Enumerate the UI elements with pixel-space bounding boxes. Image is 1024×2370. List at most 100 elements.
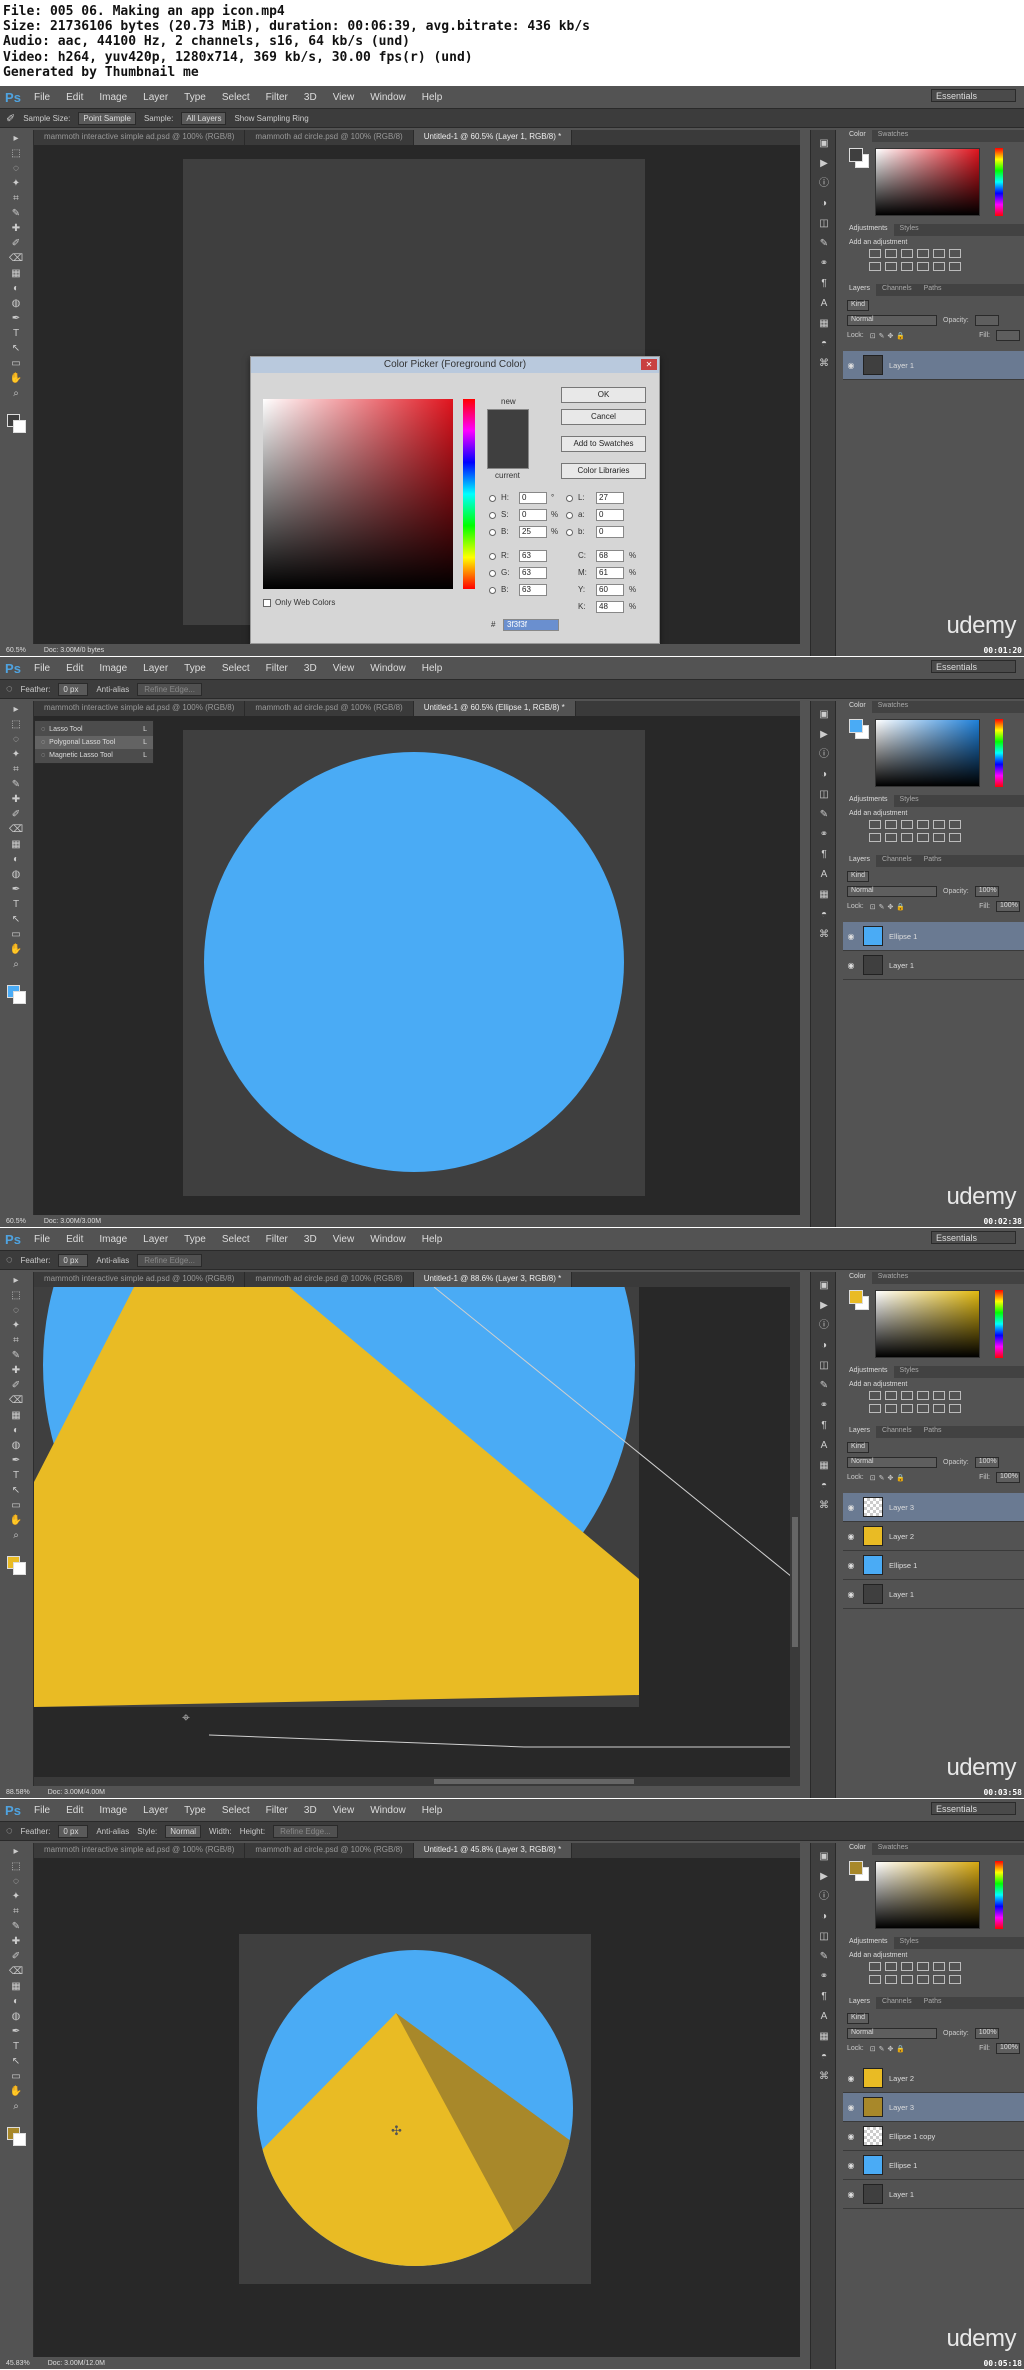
panel-shortcut-icon[interactable]: ▶ bbox=[817, 1300, 831, 1312]
layer-kind-filter[interactable]: Kind bbox=[847, 2013, 870, 2024]
tool-icon[interactable]: ↖ bbox=[9, 914, 23, 926]
channel-input[interactable]: 63 bbox=[519, 584, 547, 596]
option-item[interactable]: Refine Edge... bbox=[273, 1824, 338, 1838]
scrollbar-thumb[interactable] bbox=[792, 1517, 798, 1647]
menu-item[interactable]: Window bbox=[362, 663, 414, 674]
tool-icon[interactable]: ⌗ bbox=[9, 764, 23, 776]
panel-tab[interactable]: Styles bbox=[894, 795, 925, 807]
menu-item[interactable]: Image bbox=[91, 92, 135, 103]
channel-radio[interactable] bbox=[489, 495, 496, 502]
adjustment-icon[interactable] bbox=[901, 262, 913, 271]
lasso-menu-item[interactable]: ◌ Polygonal Lasso Tool L bbox=[35, 736, 153, 749]
channel-input[interactable]: 63 bbox=[519, 567, 547, 579]
vertical-scrollbar[interactable] bbox=[790, 1287, 800, 1792]
channel-input[interactable]: 68 bbox=[596, 550, 624, 562]
adjustment-icon[interactable] bbox=[949, 820, 961, 829]
panel-shortcut-icon[interactable]: ◑ bbox=[817, 1911, 831, 1923]
layer-row[interactable]: ◉ Layer 1 bbox=[843, 351, 1024, 380]
tool-icon[interactable]: T bbox=[9, 1470, 23, 1482]
adjustment-icon[interactable] bbox=[949, 1975, 961, 1984]
option-item[interactable]: Refine Edge... bbox=[137, 682, 202, 696]
layer-row[interactable]: ◉ Layer 3 bbox=[843, 2093, 1024, 2122]
background-swatch[interactable] bbox=[13, 991, 26, 1004]
panel-tab[interactable]: Layers bbox=[843, 284, 877, 296]
menu-item[interactable]: Edit bbox=[58, 92, 91, 103]
fg-color-chip[interactable] bbox=[849, 1861, 863, 1875]
layer-row[interactable]: ◉ Layer 2 bbox=[843, 2064, 1024, 2093]
panel-shortcut-icon[interactable]: ¶ bbox=[817, 1991, 831, 2003]
panel-shortcut-icon[interactable]: ◫ bbox=[817, 1360, 831, 1372]
panel-shortcut-icon[interactable]: ⚭ bbox=[817, 1971, 831, 1983]
adjustment-icon[interactable] bbox=[885, 262, 897, 271]
tool-icon[interactable]: ▦ bbox=[9, 268, 23, 280]
tool-icon[interactable]: ▸ bbox=[9, 133, 23, 145]
tool-icon[interactable]: ✒ bbox=[9, 313, 23, 325]
adjustment-icon[interactable] bbox=[885, 1975, 897, 1984]
adjustment-icon[interactable] bbox=[949, 833, 961, 842]
checkbox-icon[interactable] bbox=[263, 598, 271, 607]
document-tab[interactable]: mammoth ad circle.psd @ 100% (RGB/8) bbox=[245, 130, 414, 145]
panel-tab[interactable]: Layers bbox=[843, 1997, 877, 2009]
channel-input[interactable]: 48 bbox=[596, 601, 624, 613]
panel-shortcut-icon[interactable]: A bbox=[817, 2011, 831, 2023]
panel-tab[interactable]: Adjustments bbox=[843, 1366, 894, 1378]
panel-shortcut-icon[interactable]: ⌘ bbox=[817, 929, 831, 941]
adjustment-icon[interactable] bbox=[917, 820, 929, 829]
tool-icon[interactable]: ⌕ bbox=[9, 1530, 23, 1542]
adjustment-icon[interactable] bbox=[869, 262, 881, 271]
option-item[interactable]: 0 px bbox=[58, 1824, 89, 1838]
panel-tab[interactable]: Channels bbox=[876, 1426, 918, 1438]
eye-icon[interactable]: ◉ bbox=[843, 2190, 859, 2199]
adjustment-icon[interactable] bbox=[917, 262, 929, 271]
zoom-level[interactable]: 88.58% bbox=[6, 1789, 30, 1796]
lock-icons[interactable]: ⊡✎✥🔒 bbox=[870, 2045, 908, 2053]
eye-icon[interactable]: ◉ bbox=[843, 2074, 859, 2083]
only-web-colors-checkbox[interactable]: Only Web Colors bbox=[263, 598, 335, 607]
eye-icon[interactable]: ◉ bbox=[843, 961, 859, 970]
adjustment-icon[interactable] bbox=[933, 820, 945, 829]
tool-icon[interactable]: ✒ bbox=[9, 1455, 23, 1467]
hue-bar[interactable] bbox=[995, 148, 1003, 216]
tool-icon[interactable]: ◌ bbox=[9, 1305, 23, 1317]
fill-input[interactable] bbox=[996, 330, 1020, 341]
tool-icon[interactable]: ◌ bbox=[9, 734, 23, 746]
adjustment-icon[interactable] bbox=[933, 1975, 945, 1984]
tool-icon[interactable]: ✦ bbox=[9, 178, 23, 190]
hue-slider[interactable] bbox=[463, 399, 475, 589]
tool-icon[interactable]: ✐ bbox=[9, 1380, 23, 1392]
tool-preset-icon[interactable]: ◌ bbox=[6, 1254, 13, 1266]
background-swatch[interactable] bbox=[13, 2133, 26, 2146]
menu-item[interactable]: Layer bbox=[135, 663, 176, 674]
menu-item[interactable]: Help bbox=[414, 1805, 451, 1816]
panel-shortcut-icon[interactable]: ✎ bbox=[817, 1380, 831, 1392]
adjustment-icon[interactable] bbox=[933, 1391, 945, 1400]
panel-shortcut-icon[interactable]: ⌘ bbox=[817, 2071, 831, 2083]
channel-radio[interactable] bbox=[566, 512, 573, 519]
channel-radio[interactable] bbox=[489, 512, 496, 519]
tool-icon[interactable]: ◐ bbox=[9, 283, 23, 295]
tool-preset-icon[interactable]: ◌ bbox=[6, 683, 13, 695]
color-field[interactable] bbox=[263, 399, 453, 589]
panel-shortcut-icon[interactable]: ⚭ bbox=[817, 1400, 831, 1412]
tool-icon[interactable]: ✦ bbox=[9, 1320, 23, 1332]
horizontal-scrollbar[interactable] bbox=[34, 1777, 800, 1786]
layer-row[interactable]: ◉ Layer 1 bbox=[843, 2180, 1024, 2209]
panel-shortcut-icon[interactable]: ◫ bbox=[817, 218, 831, 230]
menu-item[interactable]: View bbox=[325, 1234, 363, 1245]
panel-shortcut-icon[interactable]: A bbox=[817, 869, 831, 881]
tool-icon[interactable]: ⌕ bbox=[9, 2101, 23, 2113]
tool-icon[interactable]: ✎ bbox=[9, 208, 23, 220]
menu-item[interactable]: Image bbox=[91, 1805, 135, 1816]
panel-shortcut-icon[interactable]: ▶ bbox=[817, 729, 831, 741]
eye-icon[interactable]: ◉ bbox=[843, 932, 859, 941]
adjustment-icon[interactable] bbox=[901, 1962, 913, 1971]
adjustment-icon[interactable] bbox=[949, 1391, 961, 1400]
menu-item[interactable]: Image bbox=[91, 663, 135, 674]
workspace-switcher[interactable]: Essentials bbox=[931, 1802, 1016, 1815]
panel-tab[interactable]: Layers bbox=[843, 855, 877, 867]
adjustment-icon[interactable] bbox=[917, 1391, 929, 1400]
document-tab[interactable]: Untitled-1 @ 88.6% (Layer 3, RGB/8) * bbox=[413, 1272, 573, 1287]
panel-tab[interactable]: Swatches bbox=[872, 130, 914, 142]
adjustment-icon[interactable] bbox=[885, 833, 897, 842]
adjustment-icon[interactable] bbox=[933, 1962, 945, 1971]
